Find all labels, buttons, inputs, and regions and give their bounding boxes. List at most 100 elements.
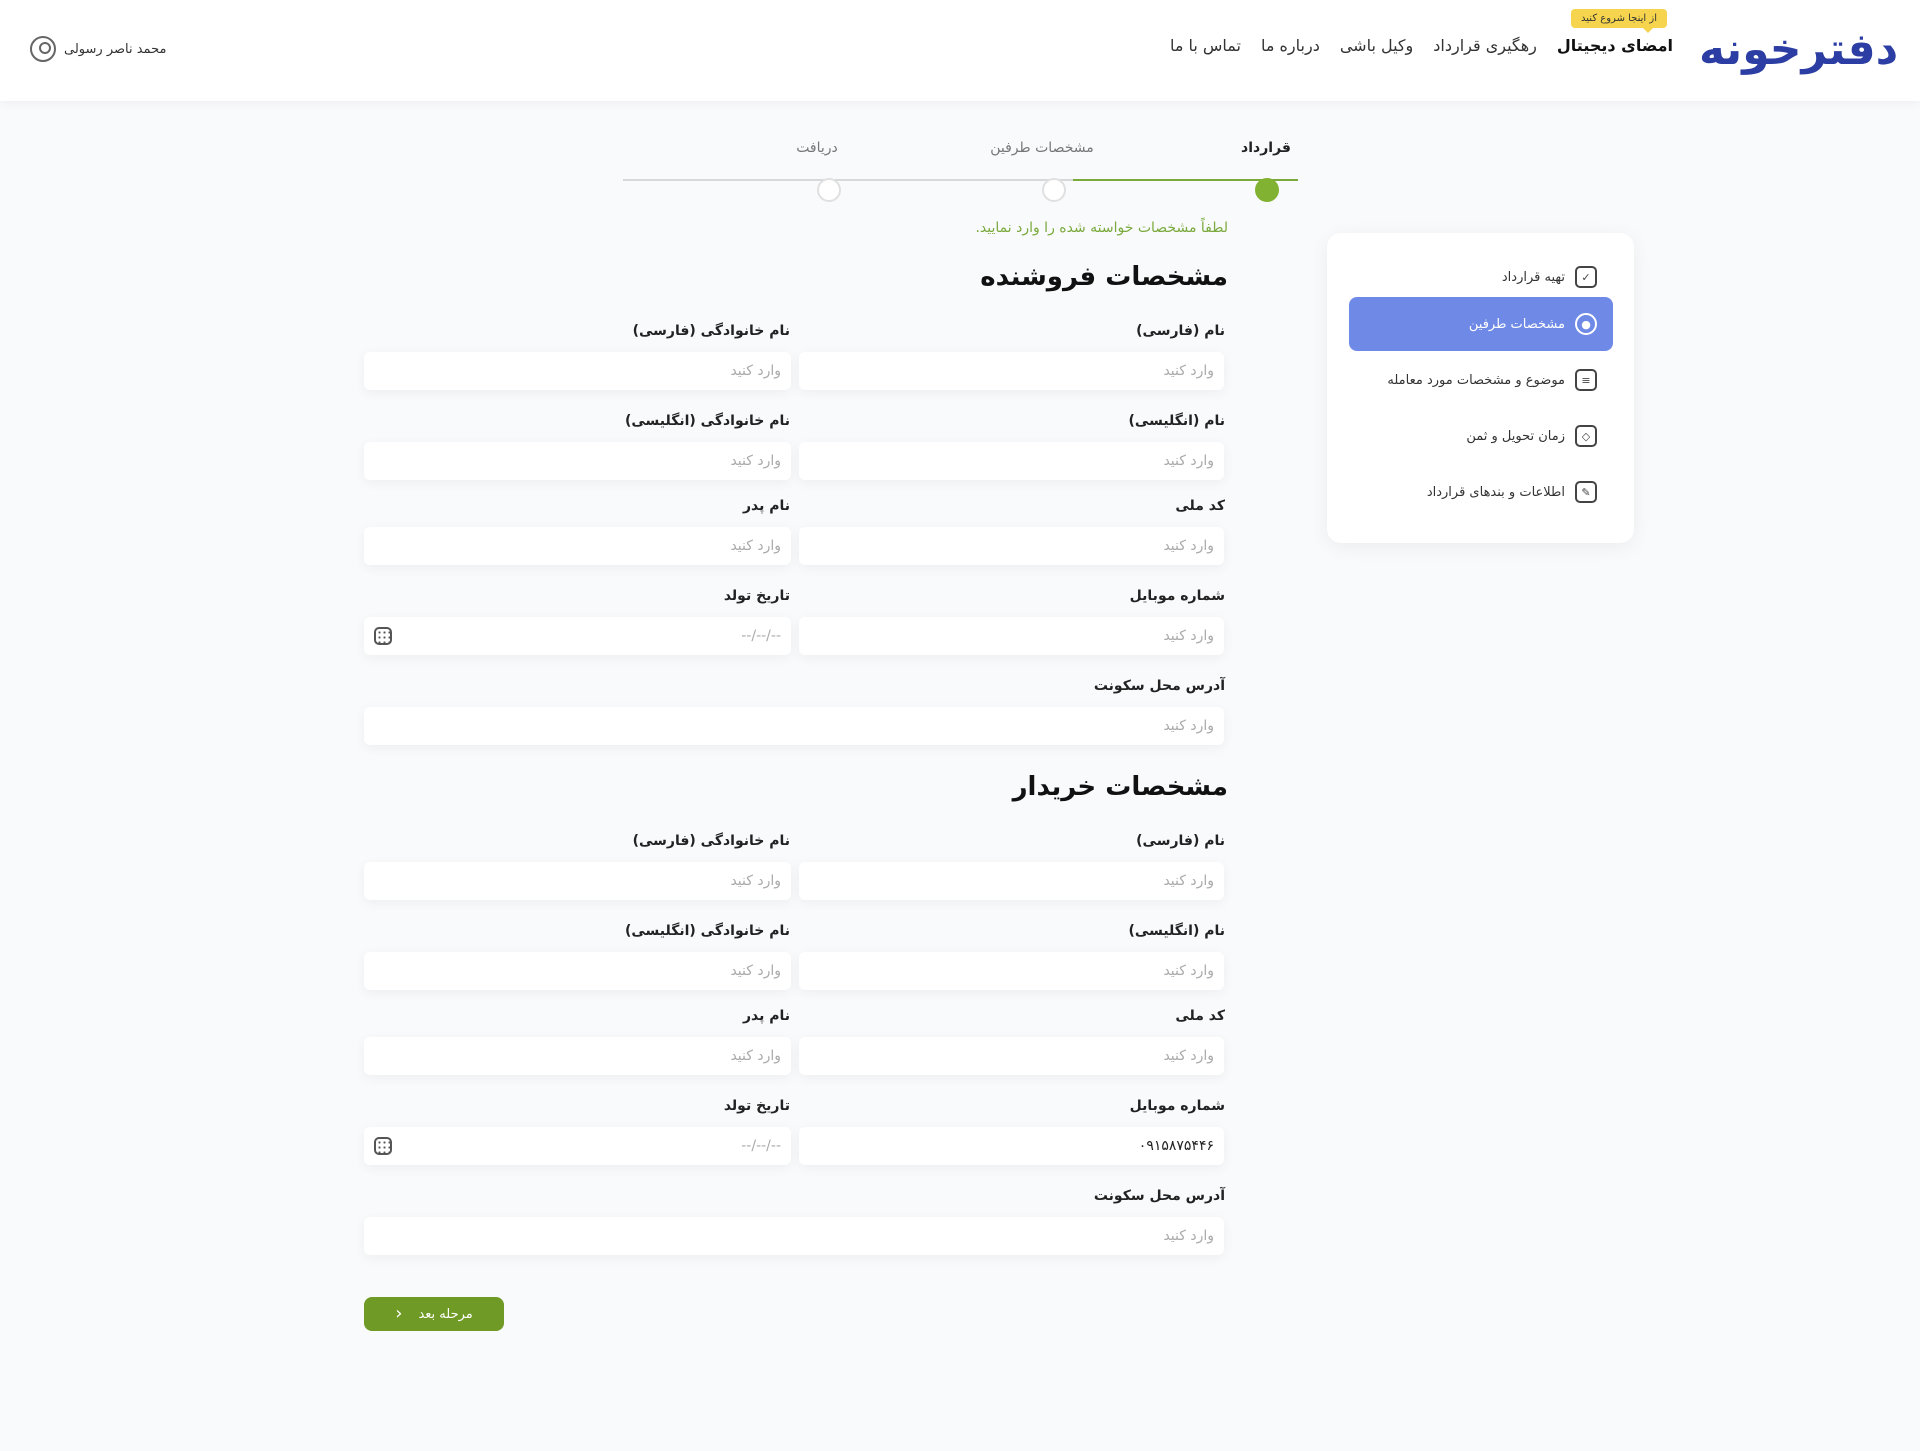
input-placeholder: وارد کنید: [730, 1048, 781, 1064]
input-placeholder: وارد کنید: [730, 538, 781, 554]
stepper-track: [623, 179, 1073, 181]
user-menu[interactable]: محمد ناصر رسولی: [30, 36, 166, 62]
document-icon: ≡: [1575, 369, 1597, 391]
chevron-left-icon: ‹: [395, 1303, 403, 1324]
seller-last-en-label: نام خانوادگی (انگلیسی): [624, 413, 790, 429]
input-placeholder: وارد کنید: [1163, 963, 1214, 979]
buyer-first-fa-input[interactable]: وارد کنید: [799, 862, 1224, 900]
sidebar-item-label: مشخصات طرفین: [1468, 316, 1565, 332]
seller-last-fa-label: نام خانوادگی (فارسی): [632, 323, 790, 339]
buyer-last-fa-label: نام خانوادگی (فارسی): [632, 833, 790, 849]
input-placeholder: وارد کنید: [1163, 873, 1214, 889]
sidebar-item-label: اطلاعات و بندهای قرارداد: [1426, 484, 1565, 500]
seller-last-fa-input[interactable]: وارد کنید: [364, 352, 791, 390]
seller-birth-date-input[interactable]: --/--/--: [364, 617, 791, 655]
edit-icon: ✎: [1575, 481, 1597, 503]
buyer-father-label: نام پدر: [742, 1008, 790, 1024]
sidebar-item-label: تهیه قرارداد: [1501, 269, 1565, 285]
user-name: محمد ناصر رسولی: [64, 41, 167, 57]
nav-item-digital-sign-wrap: از اینجا شروع کنید امضای دیجیتال: [1557, 9, 1673, 55]
buyer-birth-label: تاریخ تولد: [723, 1098, 790, 1114]
buyer-birth-date-input[interactable]: --/--/--: [364, 1127, 791, 1165]
input-placeholder: وارد کنید: [730, 453, 781, 469]
buyer-address-input[interactable]: وارد کنید: [364, 1217, 1224, 1255]
sidebar-item-clauses[interactable]: ✎ اطلاعات و بندهای قرارداد: [1349, 465, 1613, 519]
seller-first-en-input[interactable]: وارد کنید: [799, 442, 1224, 480]
input-placeholder: وارد کنید: [730, 963, 781, 979]
sidebar-item-label: موضوع و مشخصات مورد معامله: [1387, 372, 1565, 388]
input-placeholder: وارد کنید: [730, 363, 781, 379]
site-logo[interactable]: دفترخونه: [1693, 22, 1900, 78]
sidebar-item-subject[interactable]: ≡ موضوع و مشخصات مورد معامله: [1349, 353, 1613, 407]
user-icon: ●: [1575, 313, 1597, 335]
buyer-address-label: آدرس محل سکونت: [1093, 1188, 1225, 1204]
date-placeholder: --/--/--: [741, 628, 781, 644]
seller-first-en-label: نام (انگلیسی): [1128, 413, 1225, 429]
step-parties[interactable]: مشخصات طرفین: [972, 140, 1112, 202]
seller-address-label: آدرس محل سکونت: [1093, 678, 1225, 694]
top-header: دفترخونه از اینجا شروع کنید امضای دیجیتا…: [0, 0, 1920, 101]
buyer-national-code-input[interactable]: وارد کنید: [799, 1037, 1224, 1075]
step-label: دریافت: [796, 140, 838, 156]
buyer-mobile-label: شماره موبایل: [1129, 1098, 1225, 1114]
buyer-last-fa-input[interactable]: وارد کنید: [364, 862, 791, 900]
buyer-father-input[interactable]: وارد کنید: [364, 1037, 791, 1075]
seller-father-label: نام پدر: [742, 498, 790, 514]
seller-section-title: مشخصات فروشنده: [980, 262, 1228, 292]
step-label: قرارداد: [1241, 140, 1291, 156]
user-icon: [30, 36, 56, 62]
sidebar-item-delivery-price[interactable]: ◇ زمان تحویل و ثمن: [1349, 409, 1613, 463]
sidebar-item-prepare-contract[interactable]: ✓ تهیه قرارداد: [1349, 250, 1613, 304]
buyer-first-fa-label: نام (فارسی): [1136, 833, 1225, 849]
calendar-icon[interactable]: [374, 627, 392, 645]
calendar-icon[interactable]: [374, 1137, 392, 1155]
progress-stepper: قرارداد مشخصات طرفین دریافت: [623, 130, 1298, 202]
input-placeholder: وارد کنید: [730, 873, 781, 889]
sidebar-item-parties[interactable]: ● مشخصات طرفین: [1349, 297, 1613, 351]
step-dot: [1042, 178, 1066, 202]
step-dot: [1255, 178, 1279, 202]
step-contract[interactable]: قرارداد: [1196, 140, 1336, 202]
contract-icon: ✓: [1575, 266, 1597, 288]
seller-birth-label: تاریخ تولد: [723, 588, 790, 604]
buyer-first-en-input[interactable]: وارد کنید: [799, 952, 1224, 990]
input-placeholder: وارد کنید: [1163, 718, 1214, 734]
input-value: ۰۹۱۵۸۷۵۴۴۶: [1138, 1138, 1214, 1154]
next-step-label: مرحله بعد: [418, 1306, 473, 1322]
buyer-mobile-input[interactable]: ۰۹۱۵۸۷۵۴۴۶: [799, 1127, 1224, 1165]
buyer-last-en-label: نام خانوادگی (انگلیسی): [624, 923, 790, 939]
seller-father-input[interactable]: وارد کنید: [364, 527, 791, 565]
step-dot: [817, 178, 841, 202]
form-hint: لطفاً مشخصات خواسته شده را وارد نمایید.: [975, 220, 1228, 236]
date-placeholder: --/--/--: [741, 1138, 781, 1154]
nav-contract-tracking[interactable]: رهگیری قرارداد: [1433, 36, 1537, 55]
seller-first-fa-input[interactable]: وارد کنید: [799, 352, 1224, 390]
seller-mobile-input[interactable]: وارد کنید: [799, 617, 1224, 655]
buyer-national-code-label: کد ملی: [1175, 1008, 1225, 1024]
input-placeholder: وارد کنید: [1163, 453, 1214, 469]
input-placeholder: وارد کنید: [1163, 363, 1214, 379]
input-placeholder: وارد کنید: [1163, 538, 1214, 554]
start-here-badge: از اینجا شروع کنید: [1571, 9, 1667, 33]
buyer-first-en-label: نام (انگلیسی): [1128, 923, 1225, 939]
steps-sidebar: ✓ تهیه قرارداد ● مشخصات طرفین ≡ موضوع و …: [1327, 233, 1634, 543]
buyer-section-title: مشخصات خریدار: [1012, 772, 1228, 802]
nav-lawyer[interactable]: وکیل باشی: [1340, 36, 1413, 55]
next-step-button[interactable]: مرحله بعد ‹: [364, 1297, 504, 1331]
input-placeholder: وارد کنید: [1163, 628, 1214, 644]
seller-mobile-label: شماره موبایل: [1129, 588, 1225, 604]
input-placeholder: وارد کنید: [1163, 1048, 1214, 1064]
step-label: مشخصات طرفین: [990, 140, 1094, 156]
nav-digital-signature[interactable]: امضای دیجیتال: [1557, 36, 1673, 55]
buyer-last-en-input[interactable]: وارد کنید: [364, 952, 791, 990]
seller-first-fa-label: نام (فارسی): [1136, 323, 1225, 339]
seller-last-en-input[interactable]: وارد کنید: [364, 442, 791, 480]
seller-national-code-label: کد ملی: [1175, 498, 1225, 514]
shield-icon: ◇: [1575, 425, 1597, 447]
step-receive[interactable]: دریافت: [747, 140, 887, 202]
seller-address-input[interactable]: وارد کنید: [364, 707, 1224, 745]
nav-contact[interactable]: تماس با ما: [1170, 36, 1241, 55]
input-placeholder: وارد کنید: [1163, 1228, 1214, 1244]
nav-about[interactable]: درباره ما: [1261, 36, 1320, 55]
seller-national-code-input[interactable]: وارد کنید: [799, 527, 1224, 565]
